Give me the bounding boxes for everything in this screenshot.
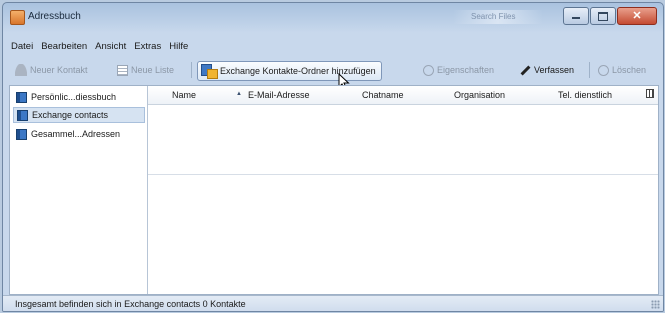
toolbar: Neuer Kontakt Neue Liste Exchange Kontak… (11, 59, 661, 81)
sort-ascending-icon: ▲ (236, 91, 242, 97)
minimize-icon (572, 17, 580, 19)
toolbar-separator (589, 62, 590, 78)
column-picker-icon[interactable] (646, 89, 654, 98)
address-book-icon (16, 128, 27, 140)
address-book-tree[interactable]: Persönlic...diessbuch Exchange contacts … (10, 86, 148, 294)
app-icon (10, 10, 25, 25)
tree-item-personal[interactable]: Persönlic...diessbuch (13, 89, 145, 105)
add-exchange-folder-label: Exchange Kontakte-Ordner hinzufügen (220, 66, 376, 76)
toolbar-separator (191, 62, 192, 78)
resize-grip-icon[interactable] (651, 300, 660, 309)
properties-icon (423, 64, 434, 76)
new-list-icon (117, 64, 128, 76)
tree-item-collected[interactable]: Gesammel...Adressen (13, 126, 145, 142)
column-header-row: Name ▲ E-Mail-Adresse Chatname Organisat… (148, 86, 658, 105)
title-bar[interactable]: Adressbuch Search Files ✕ (3, 3, 663, 31)
tree-item-label: Exchange contacts (32, 110, 109, 120)
close-button[interactable]: ✕ (617, 7, 657, 25)
new-list-label: Neue Liste (131, 65, 175, 75)
new-list-button[interactable]: Neue Liste (117, 61, 174, 79)
new-contact-button[interactable]: Neuer Kontakt (15, 61, 88, 79)
column-header-organisation[interactable]: Organisation (454, 90, 505, 100)
menu-hilfe[interactable]: Hilfe (169, 41, 188, 55)
column-header-chatname[interactable]: Chatname (362, 90, 404, 100)
new-contact-icon (15, 64, 27, 76)
menu-ansicht[interactable]: Ansicht (95, 41, 126, 55)
address-book-icon (16, 91, 27, 103)
properties-label: Eigenschaften (437, 65, 495, 75)
window-controls: ✕ (562, 7, 657, 25)
menu-bar: Datei Bearbeiten Ansicht Extras Hilfe (11, 41, 196, 55)
menu-extras[interactable]: Extras (134, 41, 161, 55)
status-bar: Insgesamt befinden sich in Exchange cont… (3, 295, 663, 311)
contact-list[interactable]: Name ▲ E-Mail-Adresse Chatname Organisat… (148, 86, 658, 294)
status-text: Insgesamt befinden sich in Exchange cont… (15, 299, 246, 309)
main-content: Persönlic...diessbuch Exchange contacts … (9, 85, 659, 295)
minimize-button[interactable] (563, 7, 589, 25)
tree-item-exchange-contacts[interactable]: Exchange contacts (13, 107, 145, 123)
add-exchange-folder-button[interactable]: Exchange Kontakte-Ordner hinzufügen (197, 61, 382, 81)
list-divider (148, 174, 658, 175)
tree-item-label: Gesammel...Adressen (31, 129, 121, 139)
close-icon: ✕ (632, 10, 642, 22)
maximize-button[interactable] (590, 7, 616, 25)
exchange-folder-icon (201, 64, 218, 79)
taskbar-search-label: Search Files (471, 12, 516, 21)
column-header-work-phone[interactable]: Tel. dienstlich (558, 90, 612, 100)
new-contact-label: Neuer Kontakt (30, 65, 88, 75)
compose-label: Verfassen (534, 65, 575, 75)
column-header-name[interactable]: Name (172, 90, 196, 100)
column-header-email[interactable]: E-Mail-Adresse (248, 90, 310, 100)
tree-item-label: Persönlic...diessbuch (31, 92, 117, 102)
compose-button[interactable]: Verfassen (519, 61, 574, 79)
address-book-icon (17, 109, 28, 121)
menu-bearbeiten[interactable]: Bearbeiten (41, 41, 87, 55)
pen-icon (519, 64, 531, 76)
address-book-window: Adressbuch Search Files ✕ Datei Bearbeit… (2, 2, 664, 312)
menu-datei[interactable]: Datei (11, 41, 33, 55)
window-title: Adressbuch (28, 11, 81, 22)
maximize-icon (598, 12, 608, 21)
properties-button[interactable]: Eigenschaften (423, 61, 494, 79)
delete-button[interactable]: Löschen (598, 61, 646, 79)
delete-label: Löschen (612, 65, 647, 75)
delete-icon (598, 64, 609, 76)
